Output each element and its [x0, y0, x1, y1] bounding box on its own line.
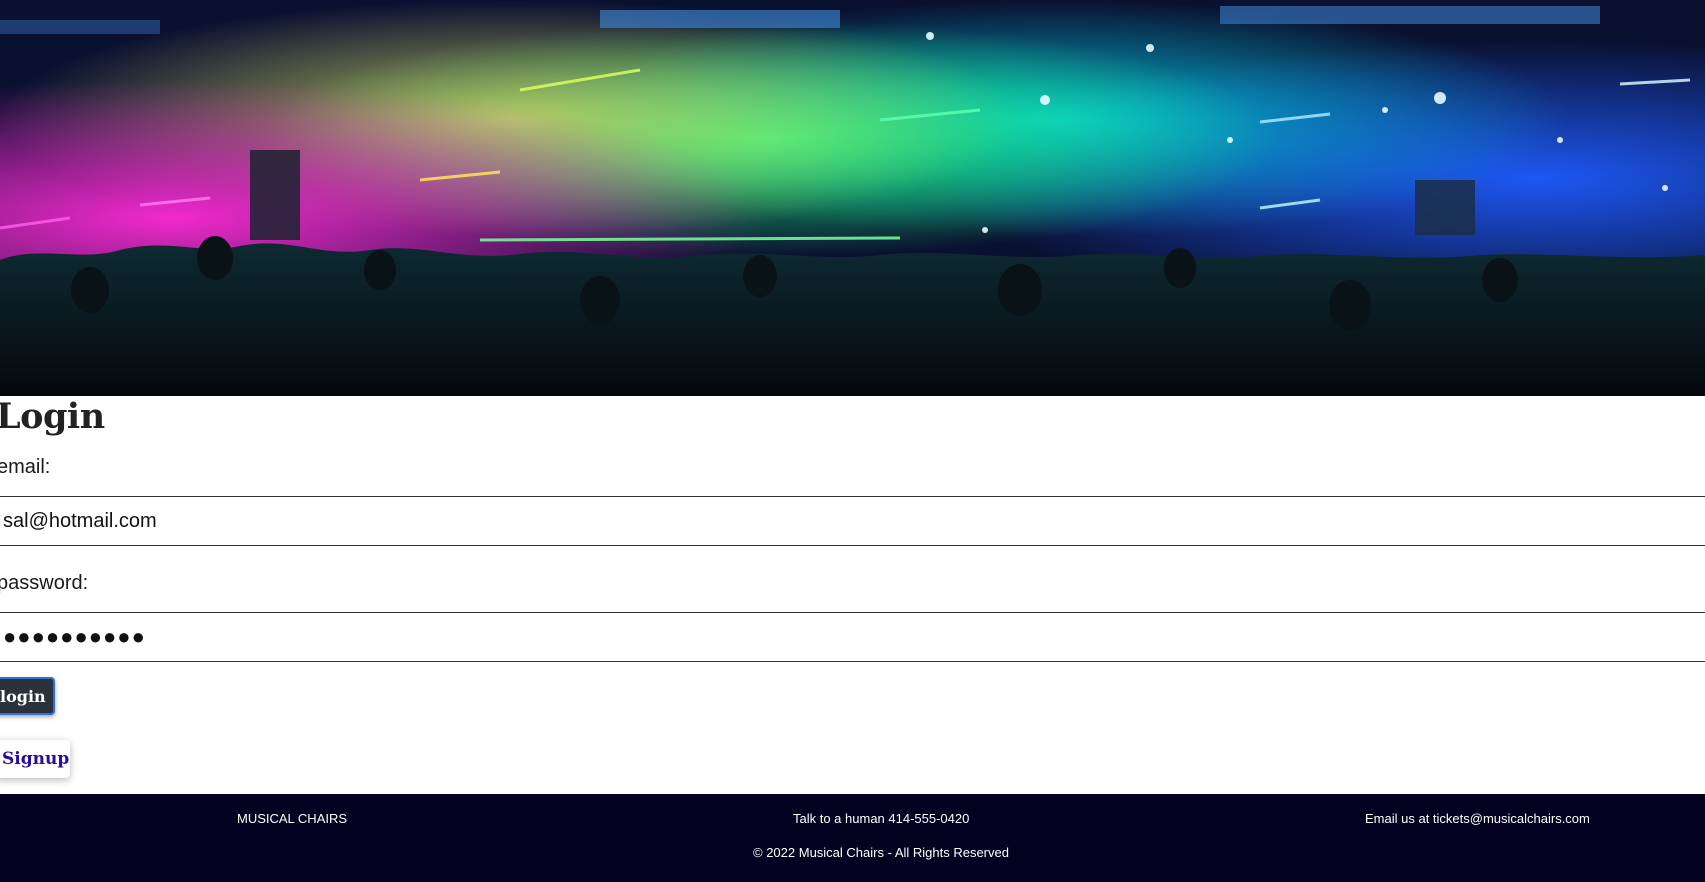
signup-button[interactable]: Signup: [0, 740, 70, 778]
login-button[interactable]: login: [0, 677, 55, 715]
footer-phone: Talk to a human 414-555-0420: [793, 811, 970, 826]
password-field[interactable]: [0, 612, 1705, 662]
footer: MUSICAL CHAIRS Talk to a human 414-555-0…: [0, 794, 1705, 882]
hero-concert-image: [0, 0, 1705, 396]
email-label: email:: [0, 456, 51, 478]
footer-brand: MUSICAL CHAIRS: [237, 811, 348, 826]
password-label: password:: [0, 572, 89, 594]
footer-email: Email us at tickets@musicalchairs.com: [1365, 811, 1590, 826]
page-title: Login: [0, 396, 105, 437]
email-field[interactable]: [0, 496, 1705, 546]
footer-copyright: © 2022 Musical Chairs - All Rights Reser…: [753, 845, 1009, 860]
concert-crowd-illustration: [0, 0, 1705, 396]
